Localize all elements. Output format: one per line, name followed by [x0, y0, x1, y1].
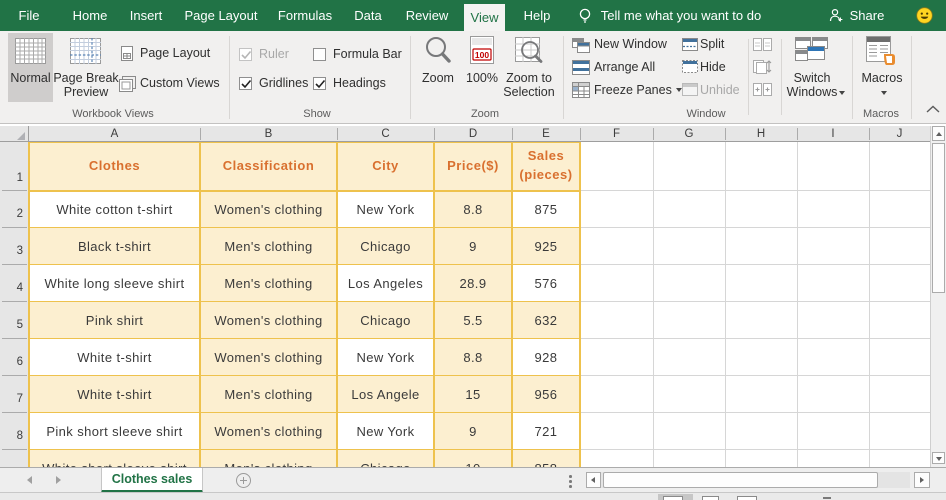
svg-text:100: 100: [475, 50, 489, 60]
